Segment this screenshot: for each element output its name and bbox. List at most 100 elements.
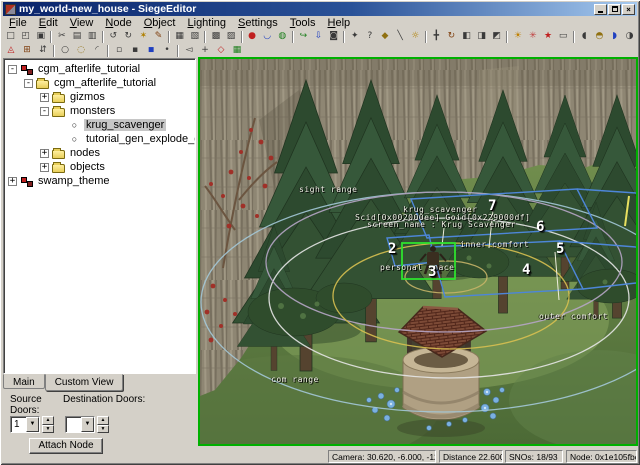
sort-nodes-button[interactable]: ⇵ (35, 44, 51, 58)
lasso-select-button[interactable]: ◌ (73, 44, 89, 58)
tree-item-cgm_afterlife_tutorial[interactable]: - cgm_afterlife_tutorial (4, 62, 195, 76)
save-file-button[interactable]: ▣ (33, 30, 48, 44)
mouse-right-icon: ◗ (612, 32, 617, 41)
source-doors-stepper[interactable]: ▲ ▼ (42, 416, 54, 433)
mouse-query-button[interactable]: ◑ (622, 30, 637, 44)
tree-expander-icon[interactable]: + (40, 163, 49, 172)
tree-item-cgm_afterlife_tutorial[interactable]: - cgm_afterlife_tutorial (4, 76, 195, 90)
tree-expander-icon[interactable]: + (8, 177, 17, 186)
open-file-button[interactable]: ◰ (18, 30, 33, 44)
terrain-tile-button[interactable]: ▦ (229, 44, 245, 58)
toolbar-separator (573, 31, 575, 43)
light-bulb-button[interactable]: ☼ (408, 30, 423, 44)
destination-doors-stepper[interactable]: ▲ ▼ (97, 416, 109, 433)
title-bar[interactable]: my_world-new_house - SiegeEditor × (3, 2, 637, 16)
duplicate-node-button[interactable]: ▨ (223, 30, 238, 44)
tree-item-nodes[interactable]: + nodes (4, 146, 195, 160)
axes-gizmo-button[interactable]: + (197, 44, 213, 58)
tile-vertical-button[interactable]: ▧ (187, 30, 202, 44)
light-burst-button[interactable]: ✳ (525, 30, 540, 44)
frame-fill-button[interactable]: ▪ (127, 44, 143, 58)
circle-gizmo-button[interactable]: ○ (57, 44, 73, 58)
spin-down-icon[interactable]: ▼ (97, 425, 109, 434)
tree-item-objects[interactable]: + objects (4, 160, 195, 174)
objects-pair-button[interactable]: ◾ (143, 44, 159, 58)
sun-light-icon: ☀ (514, 32, 522, 41)
tree-expander-icon[interactable]: + (40, 149, 49, 158)
spin-down-icon[interactable]: ▼ (42, 425, 54, 434)
tree-item-tutorial_gen_explode_door-krug_grunt[interactable]: tutorial_gen_explode_door-krug_grunt (4, 132, 195, 146)
tab-custom-view[interactable]: Custom View (45, 374, 124, 391)
sun-light-button[interactable]: ☀ (510, 30, 525, 44)
source-doors-select[interactable]: 1 ▼ (10, 416, 40, 433)
paste-button[interactable]: ▥ (85, 30, 100, 44)
mouse-left-button[interactable]: ◖ (577, 30, 592, 44)
toolbar-separator (506, 31, 508, 43)
mouse-right-button[interactable]: ◗ (607, 30, 622, 44)
tree-expander-icon[interactable]: - (8, 65, 17, 74)
gizmo-icon (68, 120, 81, 131)
toolbar-separator (50, 31, 52, 43)
copy-node-button[interactable]: ▩ (208, 30, 223, 44)
materials-pair-button[interactable]: ◇ (213, 44, 229, 58)
record-button[interactable]: ● (245, 30, 260, 44)
cone-select-button[interactable]: ◅ (181, 44, 197, 58)
refresh-node-button[interactable]: ↺ (106, 30, 121, 44)
lock-y-button[interactable]: ◨ (474, 30, 489, 44)
loot-bag-button[interactable]: ◆ (377, 30, 392, 44)
query-object-button[interactable]: ? (362, 30, 377, 44)
toolbar-separator (53, 45, 55, 57)
viewport-3d[interactable]: sight rangekrug_scavengerScid[0x002000ee… (198, 57, 638, 446)
key-tool-button[interactable]: ✦ (347, 30, 362, 44)
cut-icon: ✂ (58, 32, 66, 41)
mouse-middle-button[interactable]: ◓ (592, 30, 607, 44)
spin-up-icon[interactable]: ▲ (42, 416, 54, 425)
paint-node-button[interactable]: ✎ (151, 30, 166, 44)
link-node-button[interactable]: ↪ (296, 30, 311, 44)
materials-pair-icon: ◇ (218, 46, 225, 55)
close-button[interactable]: × (622, 4, 635, 15)
monitor-view-button[interactable]: ▭ (556, 30, 571, 44)
arc-tool-button[interactable]: ◜ (89, 44, 105, 58)
flare-button[interactable]: ★ (541, 30, 556, 44)
lock-x-button[interactable]: ◧ (459, 30, 474, 44)
tree-expander-icon[interactable]: - (40, 107, 49, 116)
snapshot-button[interactable]: ◙ (326, 30, 341, 44)
terrain-tile-icon: ▦ (233, 46, 242, 55)
refresh-world-button[interactable]: ↻ (121, 30, 136, 44)
minimize-button[interactable] (594, 4, 607, 15)
sparkle-select-button[interactable]: ✶ (136, 30, 151, 44)
u-tool-button[interactable]: ◡ (260, 30, 275, 44)
tree-expander-icon[interactable]: - (24, 79, 33, 88)
lock-z-button[interactable]: ◩ (489, 30, 504, 44)
tree-item-gizmos[interactable]: + gizmos (4, 90, 195, 104)
rotate-tool-button[interactable]: ↻ (444, 30, 459, 44)
move-tool-button[interactable]: ╋ (429, 30, 444, 44)
destination-doors-select[interactable]: ▼ (65, 416, 95, 433)
chevron-down-icon[interactable]: ▼ (81, 417, 94, 432)
copy-button[interactable]: ▤ (69, 30, 84, 44)
anchor-dot-button[interactable]: • (159, 44, 175, 58)
line-tool-button[interactable]: ╲ (393, 30, 408, 44)
restore-button[interactable] (608, 4, 621, 15)
tab-main[interactable]: Main (3, 374, 45, 389)
tile-horizontal-button[interactable]: ▦ (172, 30, 187, 44)
world-build-button[interactable]: ◍ (275, 30, 290, 44)
tree-item-krug_scavenger[interactable]: krug_scavenger (4, 118, 195, 132)
tree-item-monsters[interactable]: - monsters (4, 104, 195, 118)
scene-render[interactable] (200, 59, 636, 444)
new-file-icon: □ (6, 32, 15, 41)
frame-small-button[interactable]: ▫ (111, 44, 127, 58)
chevron-down-icon[interactable]: ▼ (26, 417, 39, 432)
cut-button[interactable]: ✂ (54, 30, 69, 44)
app-icon (5, 4, 16, 15)
drop-object-button[interactable]: ⇩ (311, 30, 326, 44)
key-tool-icon: ✦ (351, 32, 359, 41)
vehicle-placement-button[interactable]: ⊞ (19, 44, 35, 58)
tree-expander-icon[interactable]: + (40, 93, 49, 102)
new-file-button[interactable]: □ (3, 30, 18, 44)
tile-vertical-icon: ▧ (191, 32, 200, 41)
node-graph-button[interactable]: ◬ (3, 44, 19, 58)
spin-up-icon[interactable]: ▲ (97, 416, 109, 425)
tree-item-swamp_theme[interactable]: + swamp_theme (4, 174, 195, 188)
